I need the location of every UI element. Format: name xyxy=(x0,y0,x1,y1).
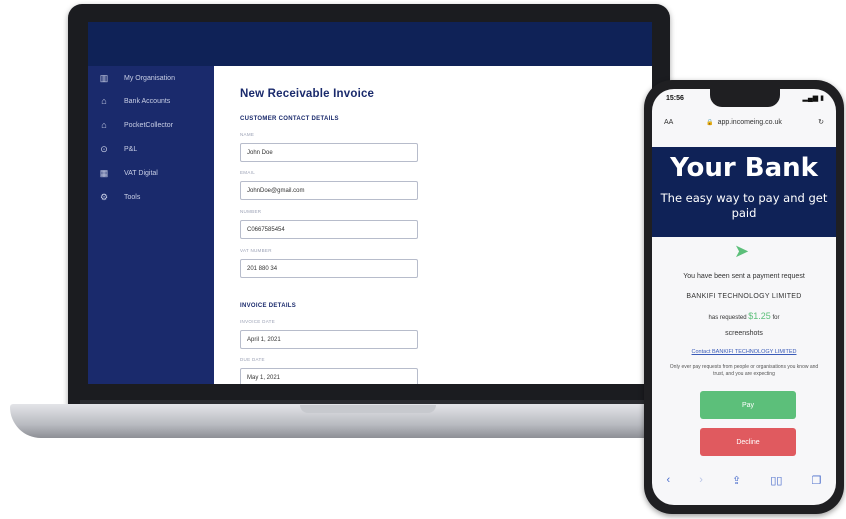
field-label-vat-number: VAT NUMBER xyxy=(240,248,272,253)
reload-icon[interactable]: ↻ xyxy=(818,118,824,126)
app-header xyxy=(88,22,652,66)
pound-icon: ⊙ xyxy=(100,143,108,154)
sidebar-item-label: P&L xyxy=(124,145,138,153)
section-title-invoice: INVOICE DETAILS xyxy=(240,303,297,309)
email-field[interactable]: JohnDoe@gmail.com xyxy=(240,181,418,200)
sidebar: ▥ My Organisation ⌂ Bank Accounts ⌂ Pock… xyxy=(88,66,214,384)
sidebar-item-label: Bank Accounts xyxy=(124,97,171,105)
sidebar-item-tools[interactable]: ⚙ Tools xyxy=(98,189,140,205)
contact-link[interactable]: Contact BANKIFI TECHNOLOGY LIMITED xyxy=(652,349,836,355)
requested-line: has requested $1.25 for xyxy=(652,311,836,321)
tabs-icon[interactable]: ❐ xyxy=(812,474,822,487)
forward-icon[interactable]: › xyxy=(699,474,703,486)
sidebar-item-label: VAT Digital xyxy=(124,169,158,177)
name-field[interactable]: John Doe xyxy=(240,143,418,162)
field-label-number: NUMBER xyxy=(240,209,262,214)
company-name: BANKIFI TECHNOLOGY LIMITED xyxy=(686,293,802,300)
request-text: You have been sent a payment request xyxy=(683,273,805,280)
sidebar-item-label: PocketCollector xyxy=(124,121,174,129)
lock-icon: 🔒 xyxy=(706,119,714,126)
requested-prefix: has requested xyxy=(708,315,747,321)
page-title: New Receivable Invoice xyxy=(240,88,375,100)
number-field[interactable]: C0667585454 xyxy=(240,220,418,239)
sidebar-item-label: My Organisation xyxy=(124,74,175,82)
laptop-screen: ▥ My Organisation ⌂ Bank Accounts ⌂ Pock… xyxy=(88,22,652,384)
sidebar-item-pocketcollector[interactable]: ⌂ PocketCollector xyxy=(98,117,173,133)
status-time: 15:56 xyxy=(666,95,684,102)
signal-battery-icon: ▂▄▆ ▮ xyxy=(802,95,824,102)
bank-icon: ⌂ xyxy=(101,96,107,106)
gear-icon: ⚙ xyxy=(99,191,109,202)
bookmarks-icon[interactable]: ▯▯ xyxy=(770,474,782,487)
bank-banner: Your Bank The easy way to pay and get pa… xyxy=(652,147,836,237)
url-text: app.incomeing.co.uk xyxy=(717,118,782,126)
vat-number-field[interactable]: 201 880 34 xyxy=(240,259,418,278)
sidebar-item-pl[interactable]: ⊙ P&L xyxy=(98,141,137,157)
sidebar-item-vat-digital[interactable]: ▦ VAT Digital xyxy=(98,165,158,181)
share-icon[interactable]: ⇪ xyxy=(732,474,741,487)
requested-suffix: for xyxy=(772,315,780,321)
laptop-trackpad-notch xyxy=(300,405,436,413)
invoice-date-field[interactable]: April 1, 2021 xyxy=(240,330,418,349)
bank-title: Your Bank xyxy=(670,153,818,183)
building-icon: ▥ xyxy=(99,72,109,83)
decline-button[interactable]: Decline xyxy=(700,428,796,456)
phone-screen: 15:56 ▂▄▆ ▮ AA 🔒 app.incomeing.co.uk ↻ Y… xyxy=(652,89,836,505)
invoice-form: New Receivable Invoice CUSTOMER CONTACT … xyxy=(214,66,652,384)
phone-notch xyxy=(710,89,780,107)
reader-text-size-button[interactable]: AA xyxy=(664,119,673,126)
sidebar-item-bank-accounts[interactable]: ⌂ Bank Accounts xyxy=(98,93,170,109)
browser-toolbar: ‹ › ⇪ ▯▯ ❐ xyxy=(652,467,836,493)
address-bar[interactable]: AA 🔒 app.incomeing.co.uk ↻ xyxy=(660,113,828,131)
pay-button[interactable]: Pay xyxy=(700,391,796,419)
back-icon[interactable]: ‹ xyxy=(667,474,671,486)
field-label-invoice-date: INVOICE DATE xyxy=(240,319,276,324)
disclaimer-text: Only ever pay requests from people or or… xyxy=(669,364,819,377)
sidebar-item-label: Tools xyxy=(124,193,141,201)
bank-tagline: The easy way to pay and get paid xyxy=(660,191,828,220)
field-label-email: EMAIL xyxy=(240,170,256,175)
field-label-name: NAME xyxy=(240,132,255,137)
sidebar-item-my-organisation[interactable]: ▥ My Organisation xyxy=(98,70,175,86)
section-title-customer: CUSTOMER CONTACT DETAILS xyxy=(240,116,339,122)
payment-reference: screenshots xyxy=(725,330,763,337)
wallet-icon: ⌂ xyxy=(101,120,107,130)
paper-plane-icon: ➤ xyxy=(734,241,750,261)
field-label-due-date: DUE DATE xyxy=(240,357,265,362)
calendar-icon: ▦ xyxy=(99,167,109,178)
requested-amount: $1.25 xyxy=(748,311,771,321)
due-date-field[interactable]: May 1, 2021 xyxy=(240,368,418,384)
status-bar: 15:56 ▂▄▆ ▮ xyxy=(652,89,836,111)
